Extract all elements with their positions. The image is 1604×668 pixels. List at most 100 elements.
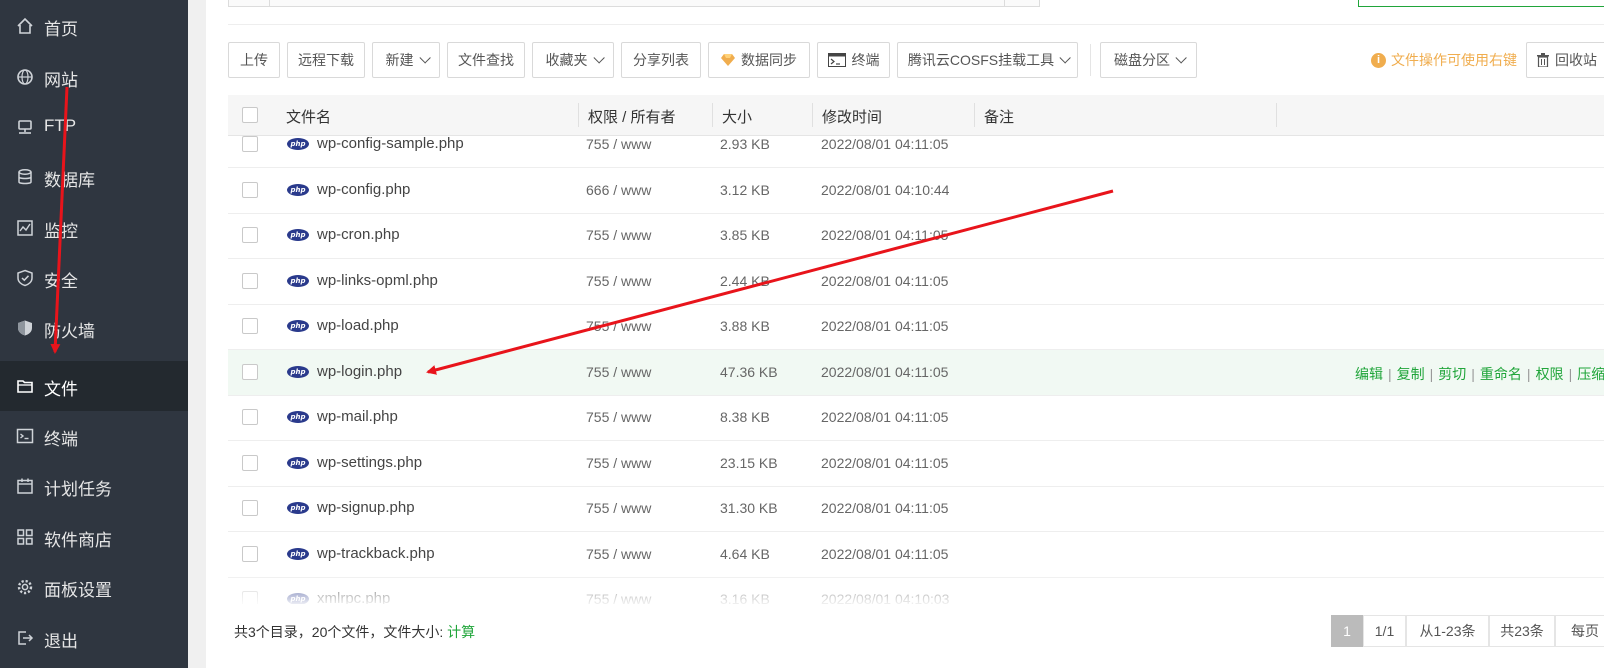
file-table-body: php wp-config-sample.php 755 / www 2.93 KB 2… — [228, 136, 1604, 604]
file-permission[interactable]: 755 / www — [586, 500, 651, 516]
row-checkbox[interactable] — [242, 272, 258, 289]
sidebar-item-11[interactable]: 面板设置 — [0, 562, 188, 612]
file-permission[interactable]: 755 / www — [586, 591, 651, 604]
row-action-link[interactable]: 编辑 — [1355, 366, 1383, 382]
table-row[interactable]: php wp-mail.php 755 / www 8.38 KB 2022/08/01… — [228, 395, 1604, 441]
sidebar-item-10[interactable]: 软件商店 — [0, 512, 188, 562]
file-permission[interactable]: 755 / www — [586, 364, 651, 380]
file-name[interactable]: wp-config.php — [317, 181, 410, 198]
row-checkbox[interactable] — [242, 454, 258, 471]
row-action-link[interactable]: 剪切 — [1438, 366, 1466, 382]
col-permission-header[interactable]: 权限 / 所有者 — [588, 106, 676, 127]
row-checkbox[interactable] — [242, 136, 258, 152]
upload-button[interactable]: 上传 — [228, 42, 280, 78]
share-list-button[interactable]: 分享列表 — [621, 42, 701, 78]
calc-size-link[interactable]: 计算 — [447, 624, 475, 640]
table-row[interactable]: php wp-login.php 755 / www 47.36 KB 2022/08/… — [228, 349, 1604, 396]
logout-icon — [15, 628, 35, 648]
file-name[interactable]: wp-trackback.php — [317, 545, 435, 562]
sidebar-item-7[interactable]: 文件 — [0, 361, 188, 411]
file-name[interactable]: xmlrpc.php — [317, 590, 390, 604]
col-size-header[interactable]: 大小 — [722, 106, 752, 127]
sidebar-item-0[interactable]: 首页 — [0, 1, 188, 51]
sidebar-item-5[interactable]: 安全 — [0, 253, 188, 303]
php-file-icon: php — [287, 411, 309, 423]
page-current[interactable]: 1 — [1331, 615, 1363, 647]
file-permission[interactable]: 755 / www — [586, 409, 651, 425]
row-action-link[interactable]: 权限 — [1536, 366, 1564, 382]
trash-icon — [1537, 53, 1549, 67]
row-checkbox[interactable] — [242, 591, 258, 604]
path-bar[interactable] — [228, 0, 1040, 7]
col-mtime-header[interactable]: 修改时间 — [822, 106, 882, 127]
file-permission[interactable]: 755 / www — [586, 273, 651, 289]
file-permission[interactable]: 666 / www — [586, 182, 651, 198]
data-sync-button[interactable]: 数据同步 — [708, 42, 810, 78]
file-search-button[interactable]: 文件查找 — [447, 42, 525, 78]
new-dropdown-button[interactable]: 新建 — [372, 42, 440, 78]
file-name[interactable]: wp-mail.php — [317, 408, 398, 425]
file-name[interactable]: wp-settings.php — [317, 454, 422, 471]
table-row[interactable]: php wp-cron.php 755 / www 3.85 KB 2022/08/01… — [228, 213, 1604, 259]
disk-partition-dropdown-button[interactable]: 磁盘分区 — [1100, 42, 1197, 78]
table-row[interactable]: php wp-settings.php 755 / www 23.15 KB 2022/… — [228, 441, 1604, 487]
sidebar-item-2[interactable]: FTP — [0, 102, 188, 152]
sidebar-item-8[interactable]: 终端 — [0, 411, 188, 461]
sidebar-item-4[interactable]: 监控 — [0, 203, 188, 253]
table-row[interactable]: php wp-load.php 755 / www 3.88 KB 2022/08/01… — [228, 304, 1604, 350]
row-checkbox[interactable] — [242, 363, 258, 380]
sidebar-item-3[interactable]: 数据库 — [0, 152, 188, 202]
terminal-icon — [15, 426, 35, 446]
sidebar-item-6[interactable]: 防火墙 — [0, 303, 188, 353]
row-checkbox[interactable] — [242, 318, 258, 334]
table-row[interactable]: php wp-links-opml.php 755 / www 2.44 KB 2022… — [228, 259, 1604, 305]
file-permission[interactable]: 755 / www — [586, 136, 651, 152]
file-name[interactable]: wp-links-opml.php — [317, 272, 438, 289]
per-page-select[interactable]: 每页 — [1555, 615, 1604, 647]
table-row[interactable]: php wp-config.php 666 / www 3.12 KB 2022/08/… — [228, 168, 1604, 214]
cosfs-tool-dropdown-button[interactable]: 腾讯云COSFS挂载工具 — [897, 42, 1078, 78]
file-permission[interactable]: 755 / www — [586, 455, 651, 471]
file-name[interactable]: wp-cron.php — [317, 226, 400, 243]
table-row[interactable]: php wp-trackback.php 755 / www 4.64 KB 2022/… — [228, 532, 1604, 578]
file-size: 23.15 KB — [720, 454, 778, 471]
folder-icon — [15, 376, 35, 396]
sidebar-item-9[interactable]: 计划任务 — [0, 461, 188, 511]
row-action-link[interactable]: 重命名 — [1480, 366, 1522, 382]
sidebar-item-label: 网站 — [44, 71, 78, 90]
row-action-link[interactable]: 复制 — [1397, 366, 1425, 382]
sidebar-item-label: 终端 — [44, 430, 78, 449]
disk-partition-label: 磁盘分区 — [1114, 52, 1170, 68]
row-checkbox[interactable] — [242, 545, 258, 562]
row-checkbox[interactable] — [242, 409, 258, 425]
sidebar-item-12[interactable]: 退出 — [0, 613, 188, 663]
select-all-checkbox[interactable] — [242, 107, 258, 123]
share-list-label: 分享列表 — [633, 52, 689, 68]
table-row[interactable]: php xmlrpc.php 755 / www 3.16 KB 2022/08/01 … — [228, 577, 1604, 604]
file-permission[interactable]: 755 / www — [586, 318, 651, 334]
divider — [228, 24, 1604, 25]
terminal-button[interactable]: 终端 — [817, 42, 890, 78]
sidebar-item-1[interactable]: 网站 — [0, 52, 188, 102]
file-name[interactable]: wp-login.php — [317, 363, 402, 380]
table-row[interactable]: php wp-config-sample.php 755 / www 2.93 KB 2… — [228, 136, 1604, 168]
file-name[interactable]: wp-load.php — [317, 317, 399, 334]
table-row[interactable]: php wp-signup.php 755 / www 31.30 KB 2022/08… — [228, 486, 1604, 532]
col-name-header[interactable]: 文件名 — [286, 106, 331, 127]
file-permission[interactable]: 755 / www — [586, 227, 651, 243]
row-checkbox[interactable] — [242, 181, 258, 198]
recycle-bin-button[interactable]: 回收站 — [1526, 42, 1604, 78]
file-name[interactable]: wp-config-sample.php — [317, 136, 464, 152]
search-box[interactable] — [1358, 0, 1604, 7]
file-permission[interactable]: 755 / www — [586, 546, 651, 562]
row-action-link[interactable]: 压缩 — [1577, 366, 1604, 382]
calendar-icon — [15, 476, 35, 496]
info-icon: i — [1371, 52, 1386, 68]
row-checkbox[interactable] — [242, 500, 258, 516]
data-sync-label: 数据同步 — [741, 52, 797, 68]
remote-download-button[interactable]: 远程下载 — [287, 42, 365, 78]
footer-summary: 共3个目录，20个文件，文件大小: 计算 — [234, 622, 475, 642]
row-checkbox[interactable] — [242, 227, 258, 243]
favorites-dropdown-button[interactable]: 收藏夹 — [532, 42, 614, 78]
file-name[interactable]: wp-signup.php — [317, 499, 415, 516]
